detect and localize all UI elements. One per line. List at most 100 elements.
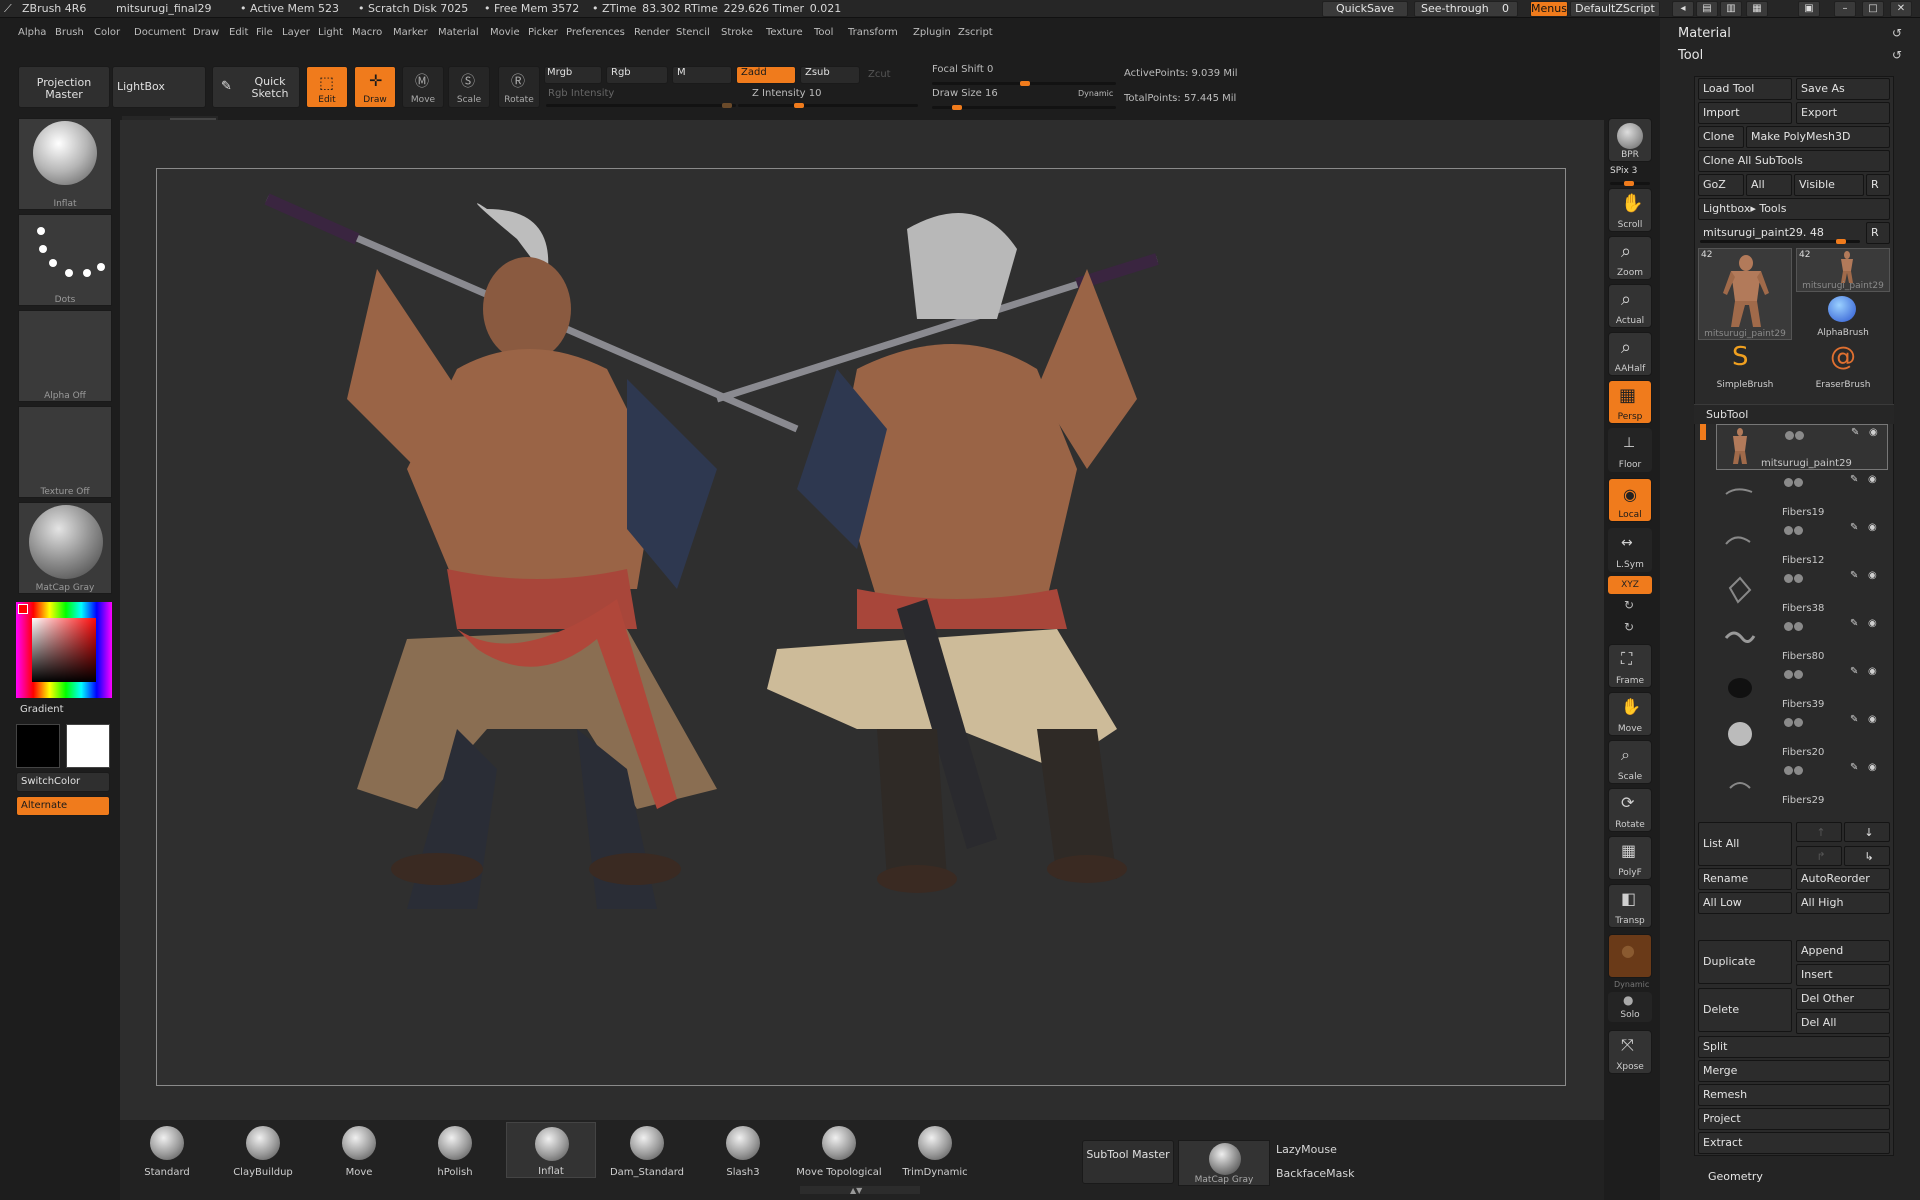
subtool-6-toggle2-icon[interactable] [1794, 718, 1803, 727]
all-high-button[interactable]: All High [1796, 892, 1890, 914]
subtool-7-toggle2-icon[interactable] [1794, 766, 1803, 775]
material-palette-title[interactable]: Material [1678, 26, 1731, 41]
aahalf-button[interactable]: ⌕ AAHalf [1608, 332, 1652, 376]
delete-button[interactable]: Delete [1698, 988, 1792, 1032]
load-tool-button[interactable]: Load Tool [1698, 78, 1792, 100]
close-icon[interactable]: ✕ [1890, 1, 1912, 17]
subtool-7-eye-icon[interactable]: ◉ [1868, 762, 1877, 773]
y-rotate-icon[interactable]: ↻ [1624, 598, 1634, 612]
subtool-2-toggle-icon[interactable] [1784, 526, 1793, 535]
brush-slash3[interactable]: Slash3 [698, 1122, 788, 1178]
menu-brush[interactable]: Brush [55, 27, 84, 38]
spix-slider[interactable] [1610, 181, 1650, 186]
minimize-icon[interactable]: – [1834, 1, 1856, 17]
saturation-square[interactable] [32, 618, 96, 682]
polyf-button[interactable]: ▦ PolyF [1608, 836, 1652, 880]
rgb-intensity-knob[interactable] [722, 103, 732, 108]
subtool-6-toggle-icon[interactable] [1784, 718, 1793, 727]
subtool-2-brush-icon[interactable]: ✎ [1850, 522, 1858, 533]
menu-texture[interactable]: Texture [766, 27, 803, 38]
menu-transform[interactable]: Transform [848, 27, 898, 38]
prev-icon[interactable]: ◂ [1672, 1, 1694, 17]
transp-button[interactable]: ◧ Transp [1608, 884, 1652, 928]
subtool-row-1[interactable]: ✎ ◉ Fibers19 [1716, 472, 1888, 518]
quicksave-button[interactable]: QuickSave [1322, 1, 1408, 17]
menus-button[interactable]: Menus [1530, 1, 1568, 17]
projection-master-button[interactable]: Projection Master [18, 66, 110, 108]
z-rotate-icon[interactable]: ↻ [1624, 620, 1634, 634]
split-button[interactable]: Split [1698, 1036, 1890, 1058]
rotate-button[interactable]: Ⓡ Rotate [498, 66, 540, 108]
subtool-5-toggle-icon[interactable] [1784, 670, 1793, 679]
subtool-5-eye-icon[interactable]: ◉ [1868, 666, 1877, 677]
subtool-master-button[interactable]: SubTool Master [1082, 1140, 1174, 1184]
menu-light[interactable]: Light [318, 27, 343, 38]
layout-icon[interactable]: ▦ [1746, 1, 1768, 17]
goz-all-button[interactable]: All [1746, 174, 1792, 196]
menu-stencil[interactable]: Stencil [676, 27, 710, 38]
clone-all-subtools-button[interactable]: Clone All SubTools [1698, 150, 1890, 172]
arrow-undo-icon[interactable]: ↱ [1796, 846, 1842, 866]
subtool-2-eye-icon[interactable]: ◉ [1868, 522, 1877, 533]
clone-button[interactable]: Clone [1698, 126, 1744, 148]
subtool-4-toggle2-icon[interactable] [1794, 622, 1803, 631]
menu-preferences[interactable]: Preferences [566, 27, 625, 38]
zadd-button[interactable]: Zadd [736, 66, 796, 84]
geometry-section[interactable]: Geometry [1708, 1170, 1763, 1183]
list-all-button[interactable]: List All [1698, 822, 1792, 866]
persp-button[interactable]: ▦ Persp [1608, 380, 1652, 424]
goz-visible-button[interactable]: Visible [1794, 174, 1864, 196]
draw-size-knob[interactable] [952, 105, 962, 110]
subtool-7-toggle-icon[interactable] [1784, 766, 1793, 775]
alpha-selector[interactable]: Alpha Off [18, 310, 112, 402]
ghost-button[interactable]: ● [1608, 934, 1652, 978]
view-move-button[interactable]: ✋ Move [1608, 692, 1652, 736]
insert-button[interactable]: Insert [1796, 964, 1890, 986]
menu-file[interactable]: File [256, 27, 273, 38]
scale-button[interactable]: Ⓢ Scale [448, 66, 490, 108]
rgb-intensity-slider[interactable] [546, 103, 736, 108]
del-other-button[interactable]: Del Other [1796, 988, 1890, 1010]
m-button[interactable]: M [672, 66, 732, 84]
stroke-selector[interactable]: Dots [18, 214, 112, 306]
z-intensity-knob[interactable] [794, 103, 804, 108]
tool-thumb-secondary[interactable]: 42 mitsurugi_paint29 [1796, 248, 1890, 292]
subtool-6-eye-icon[interactable]: ◉ [1868, 714, 1877, 725]
gradient-label[interactable]: Gradient [20, 704, 64, 715]
draw-button[interactable]: ✛ Draw [354, 66, 396, 108]
menu-movie[interactable]: Movie [490, 27, 520, 38]
brush-trimdynamic[interactable]: TrimDynamic [890, 1122, 980, 1178]
zoom-button[interactable]: ⌕ Zoom [1608, 236, 1652, 280]
merge-button[interactable]: Merge [1698, 1060, 1890, 1082]
draw-size-slider[interactable] [932, 105, 1116, 110]
tool-r-button[interactable]: R [1866, 222, 1890, 244]
xpose-button[interactable]: ⤧ Xpose [1608, 1030, 1652, 1074]
brush-hpolish[interactable]: hPolish [410, 1122, 500, 1178]
subtool-5-brush-icon[interactable]: ✎ [1850, 666, 1858, 677]
rename-button[interactable]: Rename [1698, 868, 1792, 890]
subtool-0-brush-icon[interactable]: ✎ [1851, 427, 1859, 438]
menu-zplugin[interactable]: Zplugin [913, 27, 951, 38]
lock-icon[interactable]: ▣ [1798, 1, 1820, 17]
material-reset-icon[interactable]: ↺ [1892, 26, 1902, 40]
rgb-button[interactable]: Rgb [606, 66, 668, 84]
extract-button[interactable]: Extract [1698, 1132, 1890, 1154]
menu-document[interactable]: Document [134, 27, 186, 38]
subtool-row-5[interactable]: ✎ ◉ Fibers39 [1716, 664, 1888, 710]
actual-button[interactable]: ⌕ Actual [1608, 284, 1652, 328]
subtool-4-brush-icon[interactable]: ✎ [1850, 618, 1858, 629]
project-button[interactable]: Project [1698, 1108, 1890, 1130]
move-button[interactable]: Ⓜ Move [402, 66, 444, 108]
subtool-row-7[interactable]: ✎ ◉ Fibers29 [1716, 760, 1888, 806]
see-through-slider[interactable]: See-through 0 [1414, 1, 1518, 17]
subtool-3-toggle-icon[interactable] [1784, 574, 1793, 583]
duplicate-button[interactable]: Duplicate [1698, 940, 1792, 984]
lazymouse-button[interactable]: LazyMouse [1276, 1143, 1337, 1156]
alternate-button[interactable]: Alternate [16, 796, 110, 816]
z-intensity-slider[interactable] [738, 103, 918, 108]
subtool-6-brush-icon[interactable]: ✎ [1850, 714, 1858, 725]
local-button[interactable]: ◉ Local [1608, 478, 1652, 522]
expand-arrow-icon[interactable]: ▲▼ [850, 1186, 862, 1195]
alpha-brush-tool[interactable]: AlphaBrush [1796, 294, 1890, 340]
focal-shift-knob[interactable] [1020, 81, 1030, 86]
